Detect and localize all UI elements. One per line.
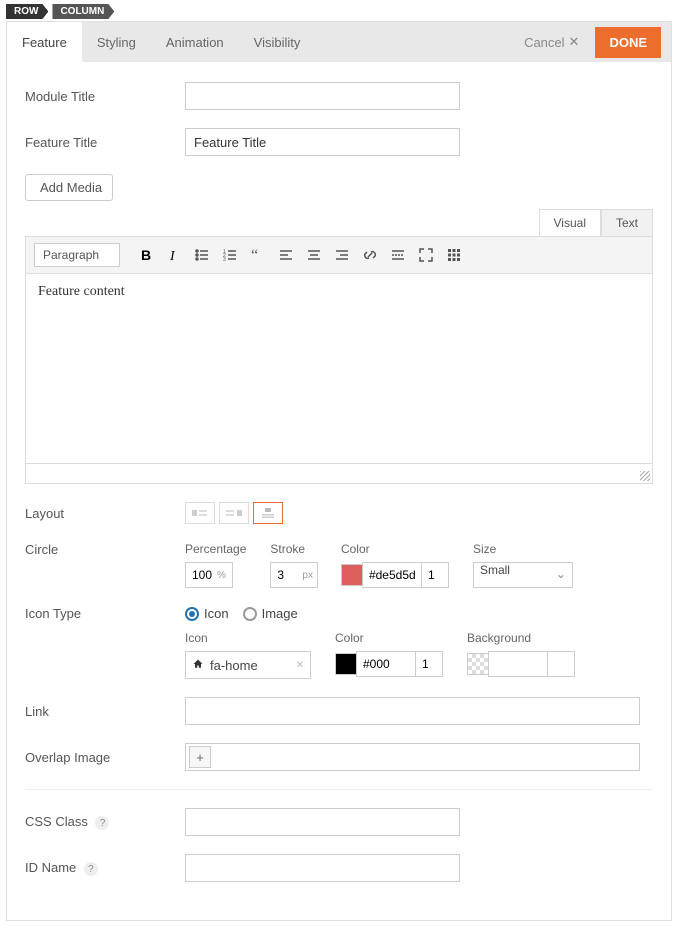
tab-animation[interactable]: Animation	[151, 22, 239, 62]
stroke-label: Stroke	[270, 542, 317, 556]
editor-resize-handle[interactable]	[25, 464, 653, 484]
radio-dot-icon	[185, 607, 199, 621]
tab-bar: Feature Styling Animation Visibility Can…	[7, 22, 671, 62]
help-icon[interactable]: ?	[84, 862, 98, 876]
background-label: Background	[467, 631, 575, 645]
layout-option-right[interactable]	[219, 502, 249, 524]
tab-feature[interactable]: Feature	[7, 22, 82, 62]
bg-opacity-input[interactable]	[547, 651, 575, 677]
svg-text:B: B	[141, 247, 151, 263]
radio-image[interactable]: Image	[243, 606, 298, 621]
add-image-button[interactable]: +	[189, 746, 211, 768]
layout-label: Layout	[25, 506, 185, 521]
breadcrumb-column: COLUMN	[52, 4, 114, 19]
layout-option-left[interactable]	[185, 502, 215, 524]
clear-icon[interactable]: ✕	[296, 660, 304, 671]
bg-swatch[interactable]	[467, 653, 489, 675]
icon-color-input[interactable]	[356, 651, 416, 677]
circle-color-input[interactable]	[362, 562, 422, 588]
insert-more-button[interactable]	[386, 243, 410, 267]
link-button[interactable]	[358, 243, 382, 267]
icon-color-swatch[interactable]	[335, 653, 357, 675]
bg-color-input[interactable]	[488, 651, 548, 677]
align-left-button[interactable]	[274, 243, 298, 267]
settings-panel: Feature Styling Animation Visibility Can…	[6, 21, 672, 921]
blockquote-button[interactable]: “	[246, 243, 270, 267]
icon-opacity-input[interactable]	[415, 651, 443, 677]
format-select[interactable]: Paragraph	[34, 243, 120, 267]
svg-text:“: “	[251, 247, 258, 263]
module-title-label: Module Title	[25, 89, 185, 104]
link-input[interactable]	[185, 697, 640, 725]
svg-text:3: 3	[223, 257, 226, 263]
css-class-input[interactable]	[185, 808, 460, 836]
number-list-button[interactable]: 123	[218, 243, 242, 267]
module-title-input[interactable]	[185, 82, 460, 110]
link-label: Link	[25, 704, 185, 719]
size-select[interactable]: Small	[473, 562, 573, 588]
css-class-label: CSS Class ?	[25, 814, 185, 831]
add-media-button[interactable]: Add Media	[25, 174, 113, 201]
overlap-image-label: Overlap Image	[25, 750, 185, 765]
radio-icon[interactable]: Icon	[185, 606, 229, 621]
tab-visibility[interactable]: Visibility	[239, 22, 316, 62]
id-name-input[interactable]	[185, 854, 460, 882]
align-right-button[interactable]	[330, 243, 354, 267]
bold-button[interactable]: B	[134, 243, 158, 267]
id-name-label: ID Name ?	[25, 860, 185, 877]
icon-value: fa-home	[210, 658, 258, 673]
circle-color-swatch[interactable]	[341, 564, 363, 586]
close-icon: ✕	[569, 34, 580, 50]
icon-color-label: Color	[335, 631, 443, 645]
feature-title-label: Feature Title	[25, 135, 185, 150]
editor-toolbar: Paragraph B I 123 “	[25, 236, 653, 274]
circle-label: Circle	[25, 542, 185, 557]
editor-content[interactable]: Feature content	[25, 274, 653, 464]
toolbar-toggle-button[interactable]	[442, 243, 466, 267]
svg-text:I: I	[169, 249, 176, 263]
radio-dot-icon	[243, 607, 257, 621]
circle-opacity-input[interactable]	[421, 562, 449, 588]
fullscreen-button[interactable]	[414, 243, 438, 267]
italic-button[interactable]: I	[162, 243, 186, 267]
help-icon[interactable]: ?	[95, 816, 109, 830]
icon-picker[interactable]: fa-home ✕	[185, 651, 311, 679]
icon-label: Icon	[185, 631, 311, 645]
breadcrumb: ROW COLUMN	[6, 4, 118, 19]
size-label: Size	[473, 542, 573, 556]
stroke-input[interactable]	[270, 562, 318, 588]
layout-option-top[interactable]	[253, 502, 283, 524]
feature-title-input[interactable]	[185, 128, 460, 156]
percentage-label: Percentage	[185, 542, 246, 556]
editor-tab-text[interactable]: Text	[601, 209, 653, 236]
icon-type-label: Icon Type	[25, 606, 185, 621]
cancel-button[interactable]: Cancel ✕	[516, 30, 587, 54]
done-button[interactable]: DONE	[595, 27, 661, 58]
percentage-input[interactable]	[185, 562, 233, 588]
home-icon	[192, 658, 204, 673]
align-center-button[interactable]	[302, 243, 326, 267]
editor-tab-visual[interactable]: Visual	[539, 209, 601, 236]
circle-color-label: Color	[341, 542, 449, 556]
tab-styling[interactable]: Styling	[82, 22, 151, 62]
bullet-list-button[interactable]	[190, 243, 214, 267]
breadcrumb-row: ROW	[6, 4, 48, 19]
